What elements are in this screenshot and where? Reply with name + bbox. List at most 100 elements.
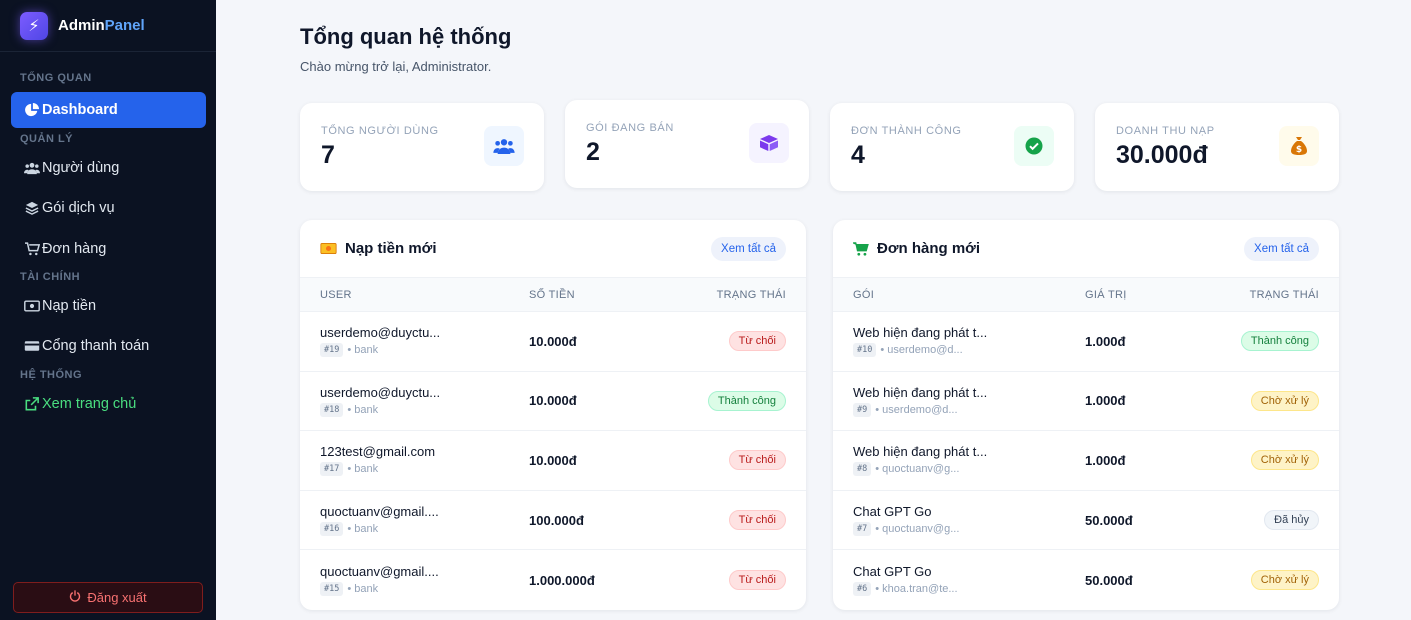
column-header-amount: SỐ TIỀN bbox=[529, 288, 575, 301]
power-icon bbox=[69, 590, 81, 605]
logout-label: Đăng xuất bbox=[87, 590, 147, 605]
row-primary-cell: Chat GPT Go #7 • quoctuanv@g... bbox=[853, 504, 1085, 537]
table-row[interactable]: userdemo@duyctu... #18 • bank 10.000đ Thành … bbox=[300, 372, 806, 432]
sidebar-item-deposits[interactable]: Nạp tiền bbox=[11, 288, 206, 324]
meta-separator: • bbox=[347, 403, 355, 416]
stat-label: ĐƠN THÀNH CÔNG bbox=[851, 125, 962, 137]
stat-label: GÓI ĐANG BÁN bbox=[586, 122, 674, 134]
row-primary-text: Chat GPT Go bbox=[853, 564, 932, 580]
brand[interactable]: ⚡ AdminPanel bbox=[0, 0, 216, 52]
stat-value: 2 bbox=[586, 138, 600, 166]
row-id-tag: #18 bbox=[320, 402, 344, 417]
stat-value: 4 bbox=[851, 141, 865, 169]
row-meta-text: bank bbox=[354, 523, 379, 536]
sidebar-item-label: Xem trang chủ bbox=[42, 396, 137, 412]
row-meta: #18 • bank bbox=[320, 402, 529, 417]
check-circle-icon bbox=[1014, 126, 1054, 166]
sidebar-item-label: Người dùng bbox=[42, 160, 120, 176]
stat-label: TỔNG NGƯỜI DÙNG bbox=[321, 125, 439, 137]
row-status-cell: Từ chối bbox=[669, 450, 786, 471]
sidebar-item-users[interactable]: Người dùng bbox=[11, 150, 206, 186]
row-id-tag: #10 bbox=[853, 343, 877, 358]
sidebar-item-orders[interactable]: Đơn hàng bbox=[11, 231, 206, 267]
table-header: USER SỐ TIỀN TRẠNG THÁI bbox=[300, 277, 806, 312]
row-id-tag: #6 bbox=[853, 582, 872, 597]
row-amount: 1.000.000đ bbox=[529, 572, 595, 588]
view-all-orders-button[interactable]: Xem tất cả bbox=[1244, 236, 1319, 261]
cash-icon bbox=[23, 300, 41, 312]
row-status-cell: Thành công bbox=[669, 390, 786, 411]
row-status-cell: Chờ xử lý bbox=[1205, 450, 1319, 471]
recent-orders-card: Đơn hàng mới Xem tất cả GÓI GIÁ TRỊ TRẠN… bbox=[833, 220, 1339, 610]
view-all-deposits-button[interactable]: Xem tất cả bbox=[711, 236, 786, 261]
row-primary-text: Web hiện đang phát t... bbox=[853, 444, 988, 460]
sidebar-item-label: Nạp tiền bbox=[42, 298, 97, 314]
row-primary-cell: Chat GPT Go #6 • khoa.tran@te... bbox=[853, 564, 1085, 597]
main-content: Tổng quan hệ thống Chào mừng trở lại, Ad… bbox=[216, 0, 1411, 620]
sidebar-item-payment-gateway[interactable]: Cổng thanh toán bbox=[11, 328, 206, 364]
logout-button[interactable]: Đăng xuất bbox=[13, 582, 203, 613]
status-badge: Chờ xử lý bbox=[1250, 450, 1319, 471]
row-primary-text: quoctuanv@gmail.... bbox=[320, 564, 439, 580]
external-link-icon bbox=[23, 397, 41, 411]
row-amount: 100.000đ bbox=[529, 512, 584, 528]
row-meta-text: quoctuanv@g... bbox=[882, 463, 960, 476]
money-bag-icon: $ bbox=[1279, 126, 1319, 166]
meta-separator: • bbox=[880, 344, 888, 357]
row-amount: 1.000đ bbox=[1085, 333, 1126, 349]
stat-card-deposit-revenue: DOANH THU NẠP 30.000đ $ bbox=[1095, 103, 1339, 191]
column-header-status: TRẠNG THÁI bbox=[1249, 288, 1319, 301]
row-status-cell: Từ chối bbox=[669, 570, 786, 591]
row-primary-cell: Web hiện đang phát t... #8 • quoctuanv@g..… bbox=[853, 444, 1085, 477]
table-row[interactable]: Web hiện đang phát t... #9 • userdemo@d...… bbox=[833, 372, 1339, 432]
nav-section-system: HỆ THỐNG bbox=[20, 369, 83, 381]
row-primary-cell: userdemo@duyctu... #18 • bank bbox=[320, 385, 529, 417]
meta-separator: • bbox=[347, 463, 355, 476]
cart-icon bbox=[23, 242, 41, 256]
users-icon bbox=[23, 162, 41, 175]
row-status-cell: Thành công bbox=[1205, 331, 1319, 352]
row-meta: #16 • bank bbox=[320, 522, 529, 537]
row-primary-cell: userdemo@duyctu... #19 • bank bbox=[320, 325, 529, 358]
table-row[interactable]: userdemo@duyctu... #19 • bank 10.000đ Từ chố… bbox=[300, 312, 806, 372]
sidebar-item-view-homepage[interactable]: Xem trang chủ bbox=[11, 386, 206, 422]
row-status-cell: Từ chối bbox=[669, 331, 786, 352]
table-row[interactable]: Chat GPT Go #6 • khoa.tran@te... 50.000đ Chờ… bbox=[833, 550, 1339, 610]
row-meta: #8 • quoctuanv@g... bbox=[853, 462, 1085, 477]
row-meta-text: bank bbox=[354, 403, 379, 416]
brand-name: AdminPanel bbox=[58, 17, 145, 34]
table-header: GÓI GIÁ TRỊ TRẠNG THÁI bbox=[833, 277, 1339, 312]
meta-separator: • bbox=[347, 523, 355, 536]
bolt-icon: ⚡ bbox=[20, 11, 48, 40]
column-header-status: TRẠNG THÁI bbox=[716, 288, 786, 301]
layers-icon bbox=[23, 201, 41, 215]
stat-value: 30.000đ bbox=[1116, 141, 1208, 169]
money-icon bbox=[320, 242, 337, 255]
card-header: Nạp tiền mới Xem tất cả bbox=[300, 220, 806, 277]
table-row[interactable]: 123test@gmail.com #17 • bank 10.000đ Từ chối bbox=[300, 431, 806, 491]
table-row[interactable]: Web hiện đang phát t... #8 • quoctuanv@g..… bbox=[833, 431, 1339, 491]
row-meta: #17 • bank bbox=[320, 462, 529, 477]
row-primary-text: userdemo@duyctu... bbox=[320, 384, 441, 400]
meta-separator: • bbox=[875, 463, 883, 476]
table-row[interactable]: Web hiện đang phát t... #10 • userdemo@d..… bbox=[833, 312, 1339, 372]
sidebar-item-dashboard[interactable]: Dashboard bbox=[11, 92, 206, 128]
row-primary-text: quoctuanv@gmail.... bbox=[320, 504, 439, 520]
row-amount: 1.000đ bbox=[1085, 452, 1126, 468]
row-meta-text: bank bbox=[354, 344, 379, 357]
sidebar-item-label: Đơn hàng bbox=[42, 241, 107, 257]
row-meta: #19 • bank bbox=[320, 343, 529, 358]
status-badge: Chờ xử lý bbox=[1250, 390, 1319, 411]
table-row[interactable]: Chat GPT Go #7 • quoctuanv@g... 50.000đ Đã h… bbox=[833, 491, 1339, 551]
row-meta-text: bank bbox=[354, 463, 379, 476]
sidebar-item-packages[interactable]: Gói dịch vụ bbox=[11, 190, 206, 226]
table-row[interactable]: quoctuanv@gmail.... #15 • bank 1.000.000đ Từ… bbox=[300, 550, 806, 610]
row-primary-text: 123test@gmail.com bbox=[320, 444, 436, 460]
table-row[interactable]: quoctuanv@gmail.... #16 • bank 100.000đ Từ c… bbox=[300, 491, 806, 551]
row-meta: #7 • quoctuanv@g... bbox=[853, 522, 1085, 537]
row-amount: 10.000đ bbox=[529, 393, 577, 409]
sidebar: ⚡ AdminPanel TỔNG QUAN Dashboard QUẢN LÝ… bbox=[0, 0, 216, 620]
row-id-tag: #15 bbox=[320, 582, 344, 597]
stat-value: 7 bbox=[321, 141, 335, 169]
stat-card-total-users: TỔNG NGƯỜI DÙNG 7 bbox=[300, 103, 544, 191]
